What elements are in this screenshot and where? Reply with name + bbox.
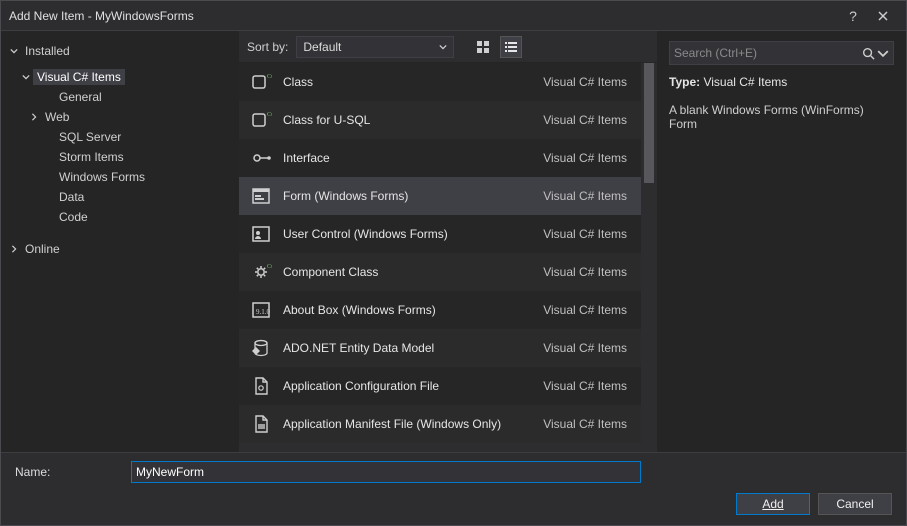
template-item[interactable]: User Control (Windows Forms)Visual C# It…: [239, 215, 641, 253]
template-item[interactable]: Form (Windows Forms)Visual C# Items: [239, 177, 641, 215]
aboutbox-icon: 9.1.0: [239, 299, 283, 321]
template-item-name: Form (Windows Forms): [283, 189, 543, 203]
interface-icon: [239, 147, 283, 169]
tree-node-installed[interactable]: Installed: [7, 41, 233, 61]
template-item-category: Visual C# Items: [543, 189, 635, 203]
close-button[interactable]: [868, 1, 898, 31]
name-label: Name:: [15, 465, 123, 479]
tree-node-web[interactable]: Web: [7, 107, 233, 127]
template-item-category: Visual C# Items: [543, 75, 635, 89]
template-item-category: Visual C# Items: [543, 151, 635, 165]
view-list-button[interactable]: [500, 36, 522, 58]
cancel-button[interactable]: Cancel: [818, 493, 892, 515]
template-item[interactable]: Application Manifest File (Windows Only)…: [239, 405, 641, 443]
chevron-down-icon: [439, 40, 447, 54]
add-button[interactable]: Add: [736, 493, 810, 515]
template-item-name: About Box (Windows Forms): [283, 303, 543, 317]
view-medium-icons-button[interactable]: [472, 36, 494, 58]
ado-icon: [239, 337, 283, 359]
search-icon[interactable]: [859, 47, 877, 60]
tree-node-general[interactable]: General: [7, 87, 233, 107]
bottom-bar: Name: Add Cancel: [1, 452, 906, 525]
template-item-name: Class for U-SQL: [283, 113, 543, 127]
svg-text:C#: C#: [267, 74, 272, 80]
component-icon: C#: [239, 261, 283, 283]
template-item-category: Visual C# Items: [543, 417, 635, 431]
template-item-category: Visual C# Items: [543, 341, 635, 355]
template-item-category: Visual C# Items: [543, 227, 635, 241]
template-item-category: Visual C# Items: [543, 113, 635, 127]
search-dropdown-icon[interactable]: [877, 47, 889, 60]
tree-node-code[interactable]: Code: [7, 207, 233, 227]
template-item-name: Component Class: [283, 265, 543, 279]
title-bar: Add New Item - MyWindowsForms ?: [1, 1, 906, 31]
svg-text:C#: C#: [267, 112, 272, 118]
tree-node-data[interactable]: Data: [7, 187, 233, 207]
window-title: Add New Item - MyWindowsForms: [9, 9, 838, 23]
template-panel: Sort by: Default C#ClassVisual C# ItemsC…: [239, 31, 657, 452]
svg-text:9.1.0: 9.1.0: [256, 308, 271, 316]
scrollbar-thumb[interactable]: [644, 63, 654, 183]
chevron-right-icon: [27, 113, 41, 121]
sort-by-combo[interactable]: Default: [296, 36, 454, 58]
template-item[interactable]: Application Configuration FileVisual C# …: [239, 367, 641, 405]
search-box[interactable]: [669, 41, 894, 65]
template-item[interactable]: C# Component ClassVisual C# Items: [239, 253, 641, 291]
tree-node-visual-csharp-items[interactable]: Visual C# Items: [7, 67, 233, 87]
chevron-down-icon: [7, 47, 21, 55]
info-type: Type: Visual C# Items: [669, 75, 894, 89]
config-icon: [239, 375, 283, 397]
template-item-name: User Control (Windows Forms): [283, 227, 543, 241]
tree-node-storm-items[interactable]: Storm Items: [7, 147, 233, 167]
category-tree[interactable]: Installed Visual C# Items General Web SQ…: [1, 31, 239, 452]
scrollbar[interactable]: [641, 63, 657, 452]
template-item[interactable]: C# Class for U-SQLVisual C# Items: [239, 101, 641, 139]
svg-text:C#: C#: [267, 264, 272, 270]
template-item-name: Interface: [283, 151, 543, 165]
template-item[interactable]: ADO.NET Entity Data ModelVisual C# Items: [239, 329, 641, 367]
sort-by-label: Sort by:: [245, 40, 288, 54]
help-button[interactable]: ?: [838, 1, 868, 31]
template-item-name: Application Configuration File: [283, 379, 543, 393]
class-icon: C#: [239, 71, 283, 93]
tree-node-sql-server[interactable]: SQL Server: [7, 127, 233, 147]
tree-node-online[interactable]: Online: [7, 239, 233, 259]
chevron-down-icon: [19, 73, 33, 81]
info-description: A blank Windows Forms (WinForms) Form: [669, 103, 894, 131]
template-list[interactable]: C#ClassVisual C# ItemsC#Class for U-SQLV…: [239, 63, 641, 452]
template-item-name: Class: [283, 75, 543, 89]
template-item[interactable]: InterfaceVisual C# Items: [239, 139, 641, 177]
template-item[interactable]: C# ClassVisual C# Items: [239, 63, 641, 101]
chevron-right-icon: [7, 245, 21, 253]
tree-node-windows-forms[interactable]: Windows Forms: [7, 167, 233, 187]
form-icon: [239, 185, 283, 207]
template-item-name: ADO.NET Entity Data Model: [283, 341, 543, 355]
template-item-category: Visual C# Items: [543, 379, 635, 393]
usercontrol-icon: [239, 223, 283, 245]
name-input[interactable]: [131, 461, 641, 483]
search-input[interactable]: [674, 46, 859, 60]
template-item[interactable]: 9.1.0 About Box (Windows Forms)Visual C# …: [239, 291, 641, 329]
class-icon: C#: [239, 109, 283, 131]
template-item-category: Visual C# Items: [543, 303, 635, 317]
workspace: Installed Visual C# Items General Web SQ…: [1, 31, 906, 452]
manifest-icon: [239, 413, 283, 435]
info-panel: Type: Visual C# Items A blank Windows Fo…: [657, 31, 906, 452]
template-item-category: Visual C# Items: [543, 265, 635, 279]
template-toolbar: Sort by: Default: [239, 31, 657, 63]
template-item-name: Application Manifest File (Windows Only): [283, 417, 543, 431]
